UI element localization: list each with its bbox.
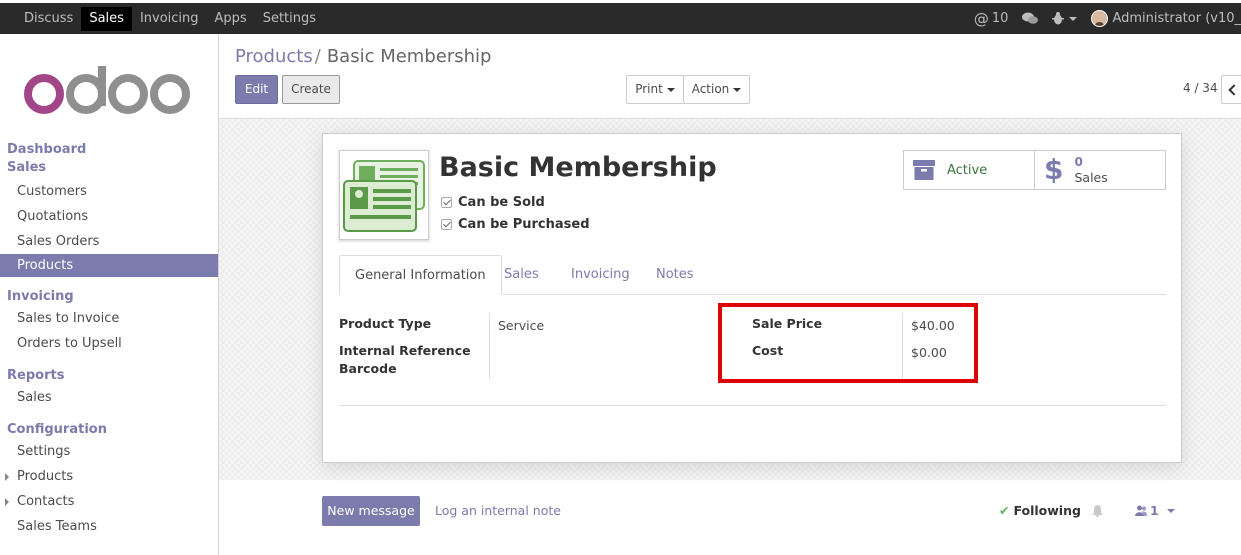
print-dropdown[interactable]: Print xyxy=(626,75,684,104)
tab-notes[interactable]: Notes xyxy=(656,255,694,295)
tab-sales[interactable]: Sales xyxy=(504,255,539,295)
sales-stat-text: 0 Sales xyxy=(1074,155,1107,185)
breadcrumb-separator: / xyxy=(314,46,321,67)
highlight-box xyxy=(718,303,978,383)
chat-button[interactable] xyxy=(1022,12,1039,25)
caret-right-icon xyxy=(5,498,9,506)
sidebar-item-config-products[interactable]: Products xyxy=(0,464,218,489)
pager-previous-button[interactable] xyxy=(1221,75,1241,104)
following-button[interactable]: ✔ Following xyxy=(999,503,1103,518)
odoo-logo xyxy=(24,66,190,114)
breadcrumb: Products / Basic Membership xyxy=(235,46,491,67)
sidebar-item-sales-to-invoice[interactable]: Sales to Invoice xyxy=(0,306,218,331)
sidebar-head-sales[interactable]: Sales xyxy=(0,159,218,177)
following-label: Following xyxy=(1013,503,1081,518)
bell-icon xyxy=(1091,504,1103,517)
chat-bubbles-icon xyxy=(1022,12,1039,24)
internal-reference-label: Internal Reference xyxy=(339,343,471,358)
sidebar-item-sales-teams[interactable]: Sales Teams xyxy=(0,514,218,539)
app-invoicing[interactable]: Invoicing xyxy=(132,7,207,31)
sidebar-item-quotations[interactable]: Quotations xyxy=(0,204,218,229)
sidebar-head-invoicing[interactable]: Invoicing xyxy=(0,288,218,306)
sales-stat-button[interactable]: $ 0 Sales xyxy=(1034,150,1166,190)
mentions-indicator[interactable]: @ 10 xyxy=(974,10,1009,28)
check-icon: ✔ xyxy=(999,503,1010,518)
sidebar-item-sales-orders[interactable]: Sales Orders xyxy=(0,229,218,254)
pager-value: 4 / 34 xyxy=(1183,81,1218,95)
active-toggle-button[interactable]: Active xyxy=(903,150,1035,190)
sidebar-item-products[interactable]: Products xyxy=(0,254,218,277)
sidebar-section-invoicing: Invoicing Sales to Invoice Orders to Ups… xyxy=(0,288,218,356)
chevron-down-icon xyxy=(733,87,742,92)
field-divider xyxy=(489,313,490,379)
can-be-purchased-label: Can be Purchased xyxy=(458,217,590,232)
app-apps[interactable]: Apps xyxy=(207,7,255,31)
chevron-down-icon xyxy=(666,87,675,92)
breadcrumb-parent[interactable]: Products xyxy=(235,46,313,67)
sales-label: Sales xyxy=(1074,170,1108,185)
followers-button[interactable]: 1 xyxy=(1135,503,1175,518)
action-label: Action xyxy=(691,82,730,96)
sidebar-item-label: Contacts xyxy=(17,494,75,509)
barcode-label: Barcode xyxy=(339,361,397,376)
sidebar-head-dashboard[interactable]: Dashboard xyxy=(0,141,218,159)
notebook-tabs: General Information Sales Invoicing Note… xyxy=(339,255,1166,295)
id-card-icon xyxy=(343,160,425,232)
user-name: Administrator (v10_ xyxy=(1112,11,1241,26)
messages-count: 10 xyxy=(991,11,1009,26)
chevron-down-icon xyxy=(1166,508,1175,513)
log-internal-note-link[interactable]: Log an internal note xyxy=(435,503,561,518)
dollar-icon: $ xyxy=(1044,153,1064,186)
sidebar-section-reports: Reports Sales xyxy=(0,367,218,410)
form-separator xyxy=(339,405,1166,406)
app-menu: Discuss Sales Invoicing Apps Settings xyxy=(16,3,324,34)
caret-right-icon xyxy=(5,473,9,481)
can-be-purchased-checkbox[interactable] xyxy=(441,219,452,230)
app-sales[interactable]: Sales xyxy=(81,6,132,31)
followers-count: 1 xyxy=(1150,503,1159,518)
create-button[interactable]: Create xyxy=(282,75,340,104)
sidebar-item-customers[interactable]: Customers xyxy=(0,179,218,204)
user-menu[interactable]: Administrator (v10_ xyxy=(1091,10,1241,27)
sidebar: Dashboard Sales Customers Quotations Sal… xyxy=(0,34,219,555)
sales-count: 0 xyxy=(1074,155,1083,169)
new-message-button[interactable]: New message xyxy=(322,496,420,526)
can-be-sold-row: Can be Sold xyxy=(441,195,545,210)
sidebar-head-reports[interactable]: Reports xyxy=(0,367,218,385)
sidebar-section-sales: Dashboard Sales Customers Quotations Sal… xyxy=(0,141,218,277)
users-icon xyxy=(1135,505,1147,516)
debug-menu[interactable] xyxy=(1052,12,1078,25)
can-be-sold-label: Can be Sold xyxy=(458,195,545,210)
user-avatar xyxy=(1091,10,1109,27)
product-type-label: Product Type xyxy=(339,316,432,331)
sidebar-item-label: Products xyxy=(17,469,74,484)
sidebar-item-reports-sales[interactable]: Sales xyxy=(0,385,218,410)
active-label: Active xyxy=(947,162,988,178)
archive-icon xyxy=(913,160,935,180)
sidebar-section-configuration: Configuration Settings Products Contacts… xyxy=(0,421,218,539)
edit-button[interactable]: Edit xyxy=(235,75,278,104)
print-label: Print xyxy=(635,82,663,96)
tab-general-information[interactable]: General Information xyxy=(339,255,502,295)
app-discuss[interactable]: Discuss xyxy=(16,7,81,31)
at-icon: @ xyxy=(973,9,989,28)
product-title: Basic Membership xyxy=(439,152,717,183)
top-navbar: Discuss Sales Invoicing Apps Settings @ … xyxy=(0,0,1241,34)
can-be-purchased-row: Can be Purchased xyxy=(441,217,590,232)
action-dropdown[interactable]: Action xyxy=(683,75,750,104)
sidebar-head-configuration[interactable]: Configuration xyxy=(0,421,218,439)
chevron-down-icon xyxy=(1069,16,1078,21)
product-image[interactable] xyxy=(339,150,429,240)
sidebar-item-orders-to-upsell[interactable]: Orders to Upsell xyxy=(0,331,218,356)
form-sheet: Basic Membership Can be Sold Can be Purc… xyxy=(322,133,1182,463)
systray: @ 10 Administrator (v10_ xyxy=(974,3,1241,34)
tab-invoicing[interactable]: Invoicing xyxy=(571,255,630,295)
product-type-value: Service xyxy=(498,318,545,333)
can-be-sold-checkbox[interactable] xyxy=(441,197,452,208)
app-settings[interactable]: Settings xyxy=(255,7,324,31)
breadcrumb-current: Basic Membership xyxy=(326,46,492,67)
sidebar-item-settings[interactable]: Settings xyxy=(0,439,218,464)
bug-icon xyxy=(1052,12,1065,25)
sidebar-item-contacts[interactable]: Contacts xyxy=(0,489,218,514)
